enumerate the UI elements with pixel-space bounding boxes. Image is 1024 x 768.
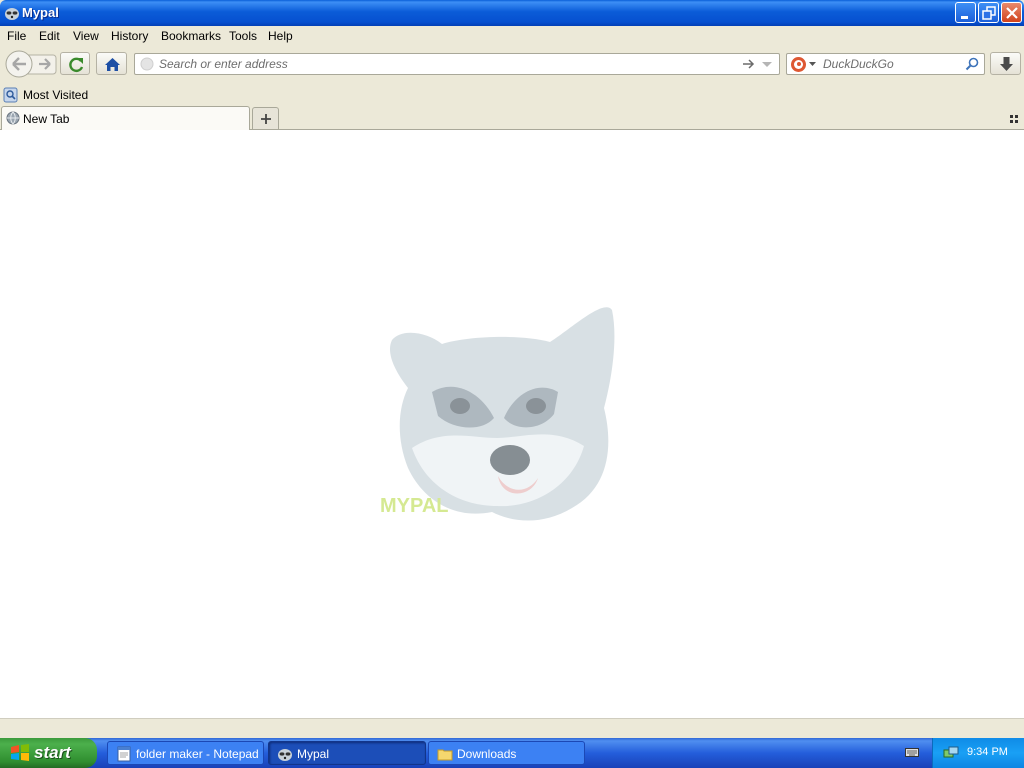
all-tabs-icon[interactable]: [1008, 113, 1020, 125]
menu-view[interactable]: View: [73, 29, 99, 43]
mypal-wordmark: MYPAL: [380, 495, 449, 517]
menu-bar: File Edit View History Bookmarks Tools H…: [0, 26, 1024, 46]
restore-button[interactable]: [978, 2, 999, 23]
start-label: start: [34, 743, 71, 762]
restore-icon: [982, 6, 996, 20]
globe-icon: [6, 111, 20, 125]
menu-bookmarks[interactable]: Bookmarks: [161, 29, 221, 43]
new-tab-button[interactable]: [252, 107, 279, 129]
tab-strip: New Tab: [0, 106, 1024, 130]
taskbar-item-label: Mypal: [297, 747, 330, 761]
status-bar: [0, 718, 1024, 738]
system-tray: 9:34 PM: [932, 738, 1024, 768]
mypal-app-icon: [5, 8, 19, 20]
home-button[interactable]: [96, 52, 127, 75]
bookmarks-toolbar: Most Visited: [0, 84, 1024, 106]
menu-edit[interactable]: Edit: [39, 29, 60, 43]
home-icon: [105, 58, 120, 71]
taskbar-item-label: folder maker - Notepad: [136, 747, 259, 761]
engine-dropdown-icon[interactable]: [809, 61, 817, 67]
download-arrow-icon: [1000, 57, 1013, 71]
close-button[interactable]: [1001, 2, 1022, 23]
plus-icon: [261, 114, 271, 124]
page-content: MYPAL: [0, 130, 1024, 718]
keyboard-icon[interactable]: [905, 746, 919, 758]
go-arrow-icon[interactable]: [741, 57, 755, 71]
back-button[interactable]: [5, 50, 33, 78]
tab-new-tab[interactable]: New Tab: [1, 106, 250, 130]
navigation-toolbar: [0, 46, 1024, 84]
start-button[interactable]: start: [0, 738, 97, 768]
menu-help[interactable]: Help: [268, 29, 293, 43]
menu-file[interactable]: File: [7, 29, 26, 43]
menu-tools[interactable]: Tools: [229, 29, 257, 43]
globe-icon: [140, 57, 154, 71]
reload-button[interactable]: [60, 52, 90, 75]
search-icon[interactable]: [965, 57, 980, 72]
search-bar[interactable]: [786, 53, 985, 75]
network-icon[interactable]: [943, 745, 959, 761]
most-visited-label: Most Visited: [23, 88, 89, 102]
folder-icon: [437, 749, 453, 761]
taskbar-item-downloads[interactable]: Downloads: [428, 741, 585, 765]
taskbar: start folder maker - Notepad Mypal Downl…: [0, 738, 1024, 768]
taskbar-item-mypal[interactable]: Mypal: [268, 741, 426, 765]
minimize-button[interactable]: [955, 2, 976, 23]
address-input[interactable]: [159, 56, 729, 72]
taskbar-item-notepad[interactable]: folder maker - Notepad: [107, 741, 264, 765]
bookmark-most-visited[interactable]: Most Visited: [3, 87, 88, 104]
mypal-app-icon: [278, 749, 292, 761]
minimize-icon: [961, 16, 968, 19]
mypal-raccoon-logo: MYPAL: [380, 307, 615, 521]
window-title: Mypal: [22, 5, 59, 20]
clock[interactable]: 9:34 PM: [967, 746, 1008, 758]
downloads-button[interactable]: [990, 52, 1021, 75]
menu-history[interactable]: History: [111, 29, 148, 43]
forward-button[interactable]: [33, 55, 55, 74]
taskbar-item-label: Downloads: [457, 747, 517, 761]
title-bar[interactable]: Mypal: [0, 0, 1024, 26]
notepad-icon: [117, 746, 131, 762]
search-input[interactable]: [823, 56, 963, 72]
reload-icon: [69, 57, 84, 73]
close-icon: [1006, 7, 1018, 19]
history-dropdown-icon[interactable]: [761, 58, 773, 70]
address-bar[interactable]: [134, 53, 780, 75]
most-visited-icon: [3, 87, 18, 103]
duckduckgo-icon[interactable]: [790, 56, 807, 73]
windows-flag-icon: [11, 744, 29, 761]
tab-label: New Tab: [23, 112, 70, 126]
